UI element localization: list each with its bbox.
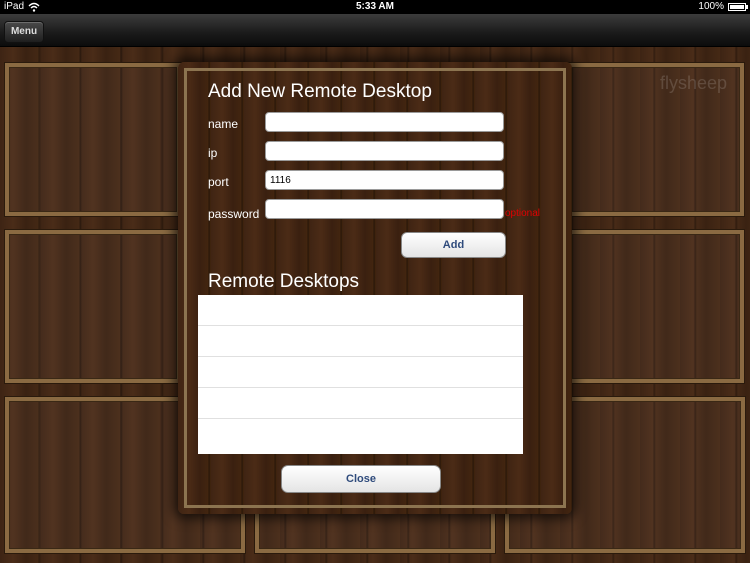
frame-panel	[568, 230, 744, 383]
list-item[interactable]	[198, 295, 523, 326]
ip-field[interactable]	[265, 141, 504, 161]
add-button[interactable]: Add	[401, 232, 506, 258]
port-field[interactable]	[265, 170, 504, 190]
list-item[interactable]	[198, 388, 523, 419]
password-label: password	[208, 207, 260, 221]
battery-percentage: 100%	[698, 1, 724, 12]
dialog-title: Add New Remote Desktop	[208, 81, 432, 102]
frame-panel	[5, 230, 181, 383]
optional-hint: optional	[505, 208, 541, 219]
list-item[interactable]	[198, 357, 523, 388]
battery-icon	[728, 3, 748, 11]
menu-button[interactable]: Menu	[4, 21, 44, 43]
close-button[interactable]: Close	[281, 465, 441, 493]
clock: 5:33 AM	[356, 1, 394, 12]
password-field[interactable]	[265, 199, 504, 219]
name-label: name	[208, 117, 239, 131]
port-label: port	[208, 175, 229, 189]
add-remote-desktop-dialog: Add New Remote Desktop name ip port pass…	[178, 62, 572, 514]
ip-label: ip	[208, 146, 218, 160]
name-field[interactable]	[265, 112, 504, 132]
remote-desktops-title: Remote Desktops	[208, 271, 360, 292]
watermark: flysheep	[660, 73, 728, 93]
navigation-bar: Menu	[0, 14, 750, 47]
remote-desktops-list[interactable]	[198, 295, 523, 454]
status-bar: iPad 5:33 AM 100%	[0, 0, 750, 14]
list-item[interactable]	[198, 326, 523, 357]
frame-panel	[5, 63, 181, 216]
list-item[interactable]	[198, 419, 523, 450]
